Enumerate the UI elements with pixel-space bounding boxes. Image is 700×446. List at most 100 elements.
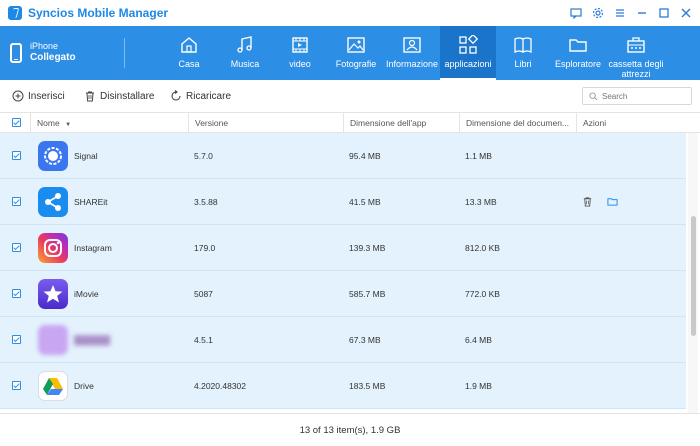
row-checkbox[interactable]	[12, 243, 21, 252]
app-size: 183.5 MB	[349, 381, 386, 391]
gear-icon[interactable]	[590, 5, 606, 21]
uninstall-button[interactable]: Disinstallare	[84, 90, 154, 102]
drive-icon	[38, 371, 68, 401]
home-icon	[181, 37, 197, 53]
uninstall-button-label: Disinstallare	[100, 90, 155, 102]
row-checkbox[interactable]	[12, 335, 21, 344]
column-header-version[interactable]: Versione	[188, 113, 343, 133]
app-version: 5.7.0	[194, 151, 213, 161]
tab-musica[interactable]: Musica	[220, 26, 270, 80]
title-bar: Syncios Mobile Manager	[0, 0, 700, 26]
tab-video[interactable]: video	[276, 26, 324, 80]
status-bar: 13 of 13 item(s), 1.9 GB	[0, 413, 700, 446]
tab-cassetta-attrezzi[interactable]: cassetta degli attrezzi	[608, 26, 664, 80]
folder-icon	[569, 39, 587, 52]
device-name: iPhone	[30, 41, 59, 51]
toolbox-icon	[627, 37, 645, 53]
app-name: SHAREit	[74, 197, 108, 207]
column-header-label: Dimensione dell'app	[350, 118, 427, 128]
plus-circle-icon	[12, 90, 24, 102]
search-box[interactable]	[582, 87, 692, 105]
tab-label: Informazione	[385, 59, 439, 69]
tab-casa[interactable]: Casa	[164, 26, 214, 80]
app-title: Syncios Mobile Manager	[28, 6, 169, 20]
syncios-logo-icon	[8, 6, 22, 20]
app-name-blurred: ██████	[74, 335, 111, 345]
app-name: Signal	[74, 151, 98, 161]
nav-divider	[124, 38, 125, 68]
app-version: 179.0	[194, 243, 216, 253]
search-input[interactable]	[602, 91, 682, 101]
device-info[interactable]: iPhone Collegato	[10, 41, 76, 64]
trash-icon[interactable]	[582, 196, 593, 207]
app-list: Signal 5.7.0 95.4 MB 1.1 MB SHAREit 3.5.…	[0, 133, 686, 413]
app-name: iMovie	[74, 289, 99, 299]
app-version: 5087	[194, 289, 213, 299]
doc-size: 13.3 MB	[465, 197, 497, 207]
row-checkbox[interactable]	[12, 151, 21, 160]
doc-size: 772.0 KB	[465, 289, 500, 299]
doc-size: 6.4 MB	[465, 335, 492, 345]
tab-applicazioni[interactable]: applicazioni	[440, 26, 496, 80]
app-version: 3.5.88	[194, 197, 218, 207]
folder-icon[interactable]	[607, 196, 618, 207]
toolbar: Inserisci Disinstallare Ricaricare	[0, 80, 700, 113]
column-header-label: Versione	[195, 118, 229, 128]
menu-icon[interactable]	[612, 5, 628, 21]
column-header-label: Nome	[37, 118, 60, 128]
tab-label: video	[289, 59, 311, 69]
column-header-name[interactable]: Nome ▼	[30, 113, 188, 133]
shareit-icon	[38, 187, 68, 217]
maximize-icon[interactable]	[656, 5, 672, 21]
app-size: 139.3 MB	[349, 243, 386, 253]
add-button[interactable]: Inserisci	[12, 90, 65, 102]
tab-label: cassetta degli attrezzi	[608, 59, 664, 79]
minimize-icon[interactable]	[634, 5, 650, 21]
item-count-summary: 13 of 13 item(s), 1.9 GB	[299, 425, 401, 436]
app-name: Drive	[74, 381, 94, 391]
row-checkbox[interactable]	[12, 197, 21, 206]
add-button-label: Inserisci	[28, 90, 65, 102]
row-checkbox[interactable]	[12, 289, 21, 298]
table-row[interactable]: SHAREit 3.5.88 41.5 MB 13.3 MB	[0, 179, 686, 225]
close-icon[interactable]	[678, 5, 694, 21]
column-header-actions: Azioni	[576, 113, 700, 133]
instagram-icon	[38, 233, 68, 263]
apps-icon	[459, 35, 478, 54]
sort-down-icon: ▼	[65, 122, 72, 128]
imovie-icon	[38, 279, 68, 309]
app-size: 67.3 MB	[349, 335, 381, 345]
column-header-doc-size[interactable]: Dimensione del documen...	[459, 113, 576, 133]
table-header: Nome ▼ Versione Dimensione dell'app Dime…	[0, 113, 700, 133]
app-size: 95.4 MB	[349, 151, 381, 161]
select-all-checkbox[interactable]	[12, 118, 21, 127]
table-row[interactable]: Signal 5.7.0 95.4 MB 1.1 MB	[0, 133, 686, 179]
phone-icon	[10, 42, 22, 63]
row-checkbox[interactable]	[12, 381, 21, 390]
tab-fotografie[interactable]: Fotografie	[330, 26, 382, 80]
doc-size: 1.9 MB	[465, 381, 492, 391]
tab-label: Musica	[230, 59, 260, 69]
tab-libri[interactable]: Libri	[502, 26, 544, 80]
contact-card-icon	[403, 37, 421, 53]
photo-icon	[347, 37, 365, 53]
feedback-icon[interactable]	[568, 5, 584, 21]
app-version: 4.2020.48302	[194, 381, 246, 391]
tab-label: Fotografie	[335, 59, 377, 69]
table-row[interactable]: Instagram 179.0 139.3 MB 812.0 KB	[0, 225, 686, 271]
signal-icon	[38, 141, 68, 171]
column-header-app-size[interactable]: Dimensione dell'app	[343, 113, 459, 133]
column-header-label: Azioni	[583, 118, 607, 128]
tab-informazione[interactable]: Informazione	[384, 26, 440, 80]
tab-label: applicazioni	[444, 59, 492, 69]
scrollbar-thumb[interactable]	[691, 216, 696, 336]
table-row[interactable]: iMovie 5087 585.7 MB 772.0 KB	[0, 271, 686, 317]
tab-esploratore[interactable]: Esploratore	[552, 26, 604, 80]
row-actions	[582, 196, 618, 207]
search-icon	[589, 91, 598, 100]
blurred-app-icon	[38, 325, 68, 355]
table-row[interactable]: Drive 4.2020.48302 183.5 MB 1.9 MB	[0, 363, 686, 409]
window-controls	[568, 5, 694, 21]
table-row[interactable]: ██████ 4.5.1 67.3 MB 6.4 MB	[0, 317, 686, 363]
reload-button[interactable]: Ricaricare	[170, 90, 231, 102]
